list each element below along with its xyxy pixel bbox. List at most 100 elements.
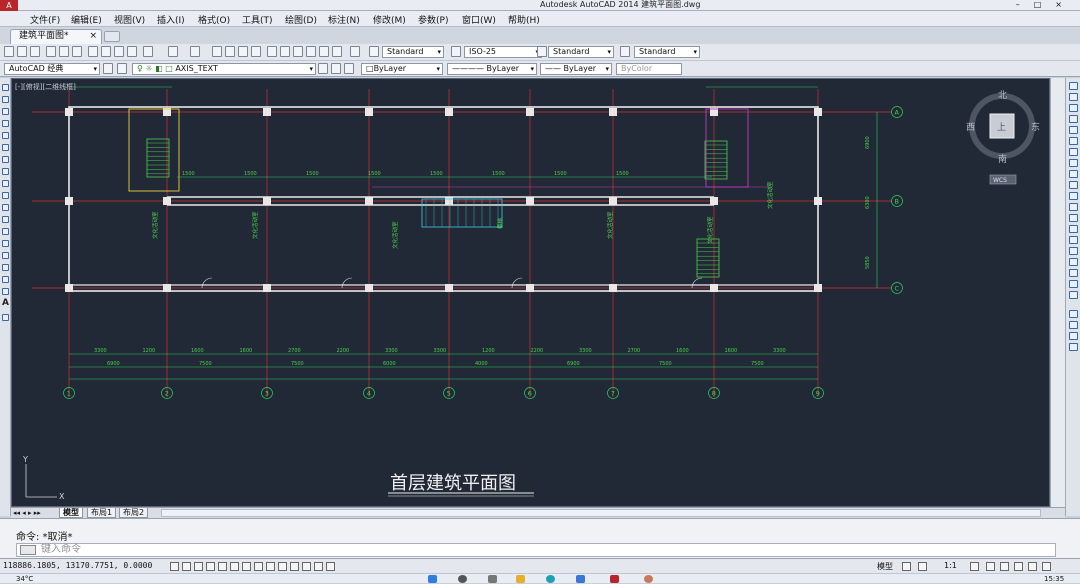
add-selected-icon[interactable]: [2, 314, 9, 321]
annotation-visibility-icon[interactable]: [970, 562, 979, 571]
quick-view-layouts-icon[interactable]: [902, 562, 911, 571]
copy-icon[interactable]: [101, 46, 111, 57]
extend-icon[interactable]: [1069, 192, 1078, 200]
window-controls[interactable]: –□×: [1016, 0, 1076, 10]
lock-icon[interactable]: [1000, 562, 1009, 571]
transparency-icon[interactable]: [302, 562, 311, 571]
mirror-icon[interactable]: [1069, 104, 1078, 112]
dim-style-select[interactable]: ISO-25▾: [464, 46, 542, 58]
table-style-select[interactable]: Standard ▾: [548, 46, 614, 58]
make-current-layer-icon[interactable]: [318, 63, 328, 74]
erase-icon[interactable]: [1069, 82, 1078, 90]
new-tab-button[interactable]: [104, 31, 120, 42]
menu-tools[interactable]: 工具(T): [242, 13, 273, 26]
properties-icon[interactable]: [267, 46, 277, 57]
layer-states-icon[interactable]: [344, 63, 354, 74]
tab-layout2[interactable]: 布局2: [119, 508, 149, 518]
layer-select[interactable]: ♀ ☼ ◧ □ AXIS_TEXT ▾: [132, 63, 316, 75]
text-style-select[interactable]: Standard ▾: [382, 46, 444, 58]
dim-linear-icon[interactable]: [1069, 280, 1078, 288]
workspace-switching-icon[interactable]: [986, 562, 995, 571]
grid-display-icon[interactable]: [194, 562, 203, 571]
polygon-icon[interactable]: [2, 120, 9, 127]
stretch-icon[interactable]: [1069, 170, 1078, 178]
workspace-select[interactable]: AutoCAD 经典 ▾: [4, 63, 100, 75]
zoom-window-icon[interactable]: [238, 46, 248, 57]
mtext-icon[interactable]: A: [2, 299, 9, 308]
infer-constraints-icon[interactable]: [170, 562, 179, 571]
rotate-icon[interactable]: [1069, 148, 1078, 156]
vertical-scrollbar[interactable]: [1050, 78, 1065, 507]
new-icon[interactable]: [4, 46, 14, 57]
menu-format[interactable]: 格式(O): [198, 13, 230, 26]
construction-line-icon[interactable]: [2, 96, 9, 103]
move-icon[interactable]: [1069, 137, 1078, 145]
menu-edit[interactable]: 编辑(E): [71, 13, 102, 26]
join-icon[interactable]: [1069, 225, 1078, 233]
quick-properties-icon[interactable]: [314, 562, 323, 571]
insert-block-icon[interactable]: [2, 216, 9, 223]
spline-icon[interactable]: [2, 180, 9, 187]
region-icon[interactable]: [2, 276, 9, 283]
gradient-icon[interactable]: [2, 264, 9, 271]
blend-icon[interactable]: [1069, 258, 1078, 266]
undo-icon[interactable]: [168, 46, 178, 57]
tool-palettes-icon[interactable]: [293, 46, 303, 57]
pan-icon[interactable]: [212, 46, 222, 57]
dim-baseline-icon[interactable]: [1069, 332, 1078, 340]
plotstyle-select[interactable]: ByColor: [616, 63, 682, 75]
line-icon[interactable]: [2, 84, 9, 91]
make-block-icon[interactable]: [2, 228, 9, 235]
browser-icon[interactable]: [546, 575, 555, 583]
block-editor-icon[interactable]: [143, 46, 153, 57]
horizontal-scrollbar[interactable]: [161, 509, 1041, 517]
start-icon[interactable]: [428, 575, 437, 583]
copy-object-icon[interactable]: [1069, 93, 1078, 101]
design-center-icon[interactable]: [280, 46, 290, 57]
autocad-logo-icon[interactable]: A: [0, 0, 18, 11]
preview-icon[interactable]: [59, 46, 69, 57]
menu-window[interactable]: 窗口(W): [462, 13, 496, 26]
autocad-taskbar-icon[interactable]: [610, 575, 619, 583]
ducs-icon[interactable]: [266, 562, 275, 571]
object-snap-icon[interactable]: [230, 562, 239, 571]
break-at-point-icon[interactable]: [1069, 203, 1078, 211]
break-icon[interactable]: [1069, 214, 1078, 222]
array-icon[interactable]: [1069, 126, 1078, 134]
markup-icon[interactable]: [319, 46, 329, 57]
tab-model[interactable]: 模型: [59, 508, 83, 518]
polyline-icon[interactable]: [2, 108, 9, 115]
file-explorer-icon[interactable]: [516, 575, 525, 583]
menu-insert[interactable]: 插入(I): [157, 13, 185, 26]
color-select[interactable]: □ByLayer ▾: [361, 63, 443, 75]
close-icon[interactable]: ×: [1055, 0, 1076, 9]
ellipse-icon[interactable]: [2, 192, 9, 199]
quick-view-drawings-icon[interactable]: [918, 562, 927, 571]
3d-osnap-icon[interactable]: [242, 562, 251, 571]
layer-previous-icon[interactable]: [331, 63, 341, 74]
rectangle-icon[interactable]: [2, 132, 9, 139]
command-customize-icon[interactable]: [20, 545, 36, 555]
explode-icon[interactable]: [1069, 269, 1078, 277]
app-taskbar-icon[interactable]: [644, 575, 653, 583]
chamfer-icon[interactable]: [1069, 236, 1078, 244]
minimize-icon[interactable]: –: [1016, 0, 1034, 9]
save-icon[interactable]: [30, 46, 40, 57]
table-icon[interactable]: [2, 288, 9, 295]
circle-icon[interactable]: [2, 156, 9, 163]
workspace-settings-icon[interactable]: [103, 63, 113, 74]
publish-icon[interactable]: [72, 46, 82, 57]
dim-angular-icon[interactable]: [1069, 321, 1078, 329]
menu-parametric[interactable]: 参数(P): [418, 13, 448, 26]
model-space-label[interactable]: 模型: [877, 561, 893, 572]
command-input[interactable]: 键入命令: [16, 543, 1056, 557]
store-icon[interactable]: [576, 575, 585, 583]
hatch-icon[interactable]: [2, 252, 9, 259]
help-icon[interactable]: [350, 46, 360, 57]
menu-help[interactable]: 帮助(H): [508, 13, 540, 26]
scale-icon[interactable]: [1069, 159, 1078, 167]
lineweight-toggle-icon[interactable]: [290, 562, 299, 571]
arc-icon[interactable]: [2, 144, 9, 151]
fillet-icon[interactable]: [1069, 247, 1078, 255]
isolate-objects-icon[interactable]: [1028, 562, 1037, 571]
